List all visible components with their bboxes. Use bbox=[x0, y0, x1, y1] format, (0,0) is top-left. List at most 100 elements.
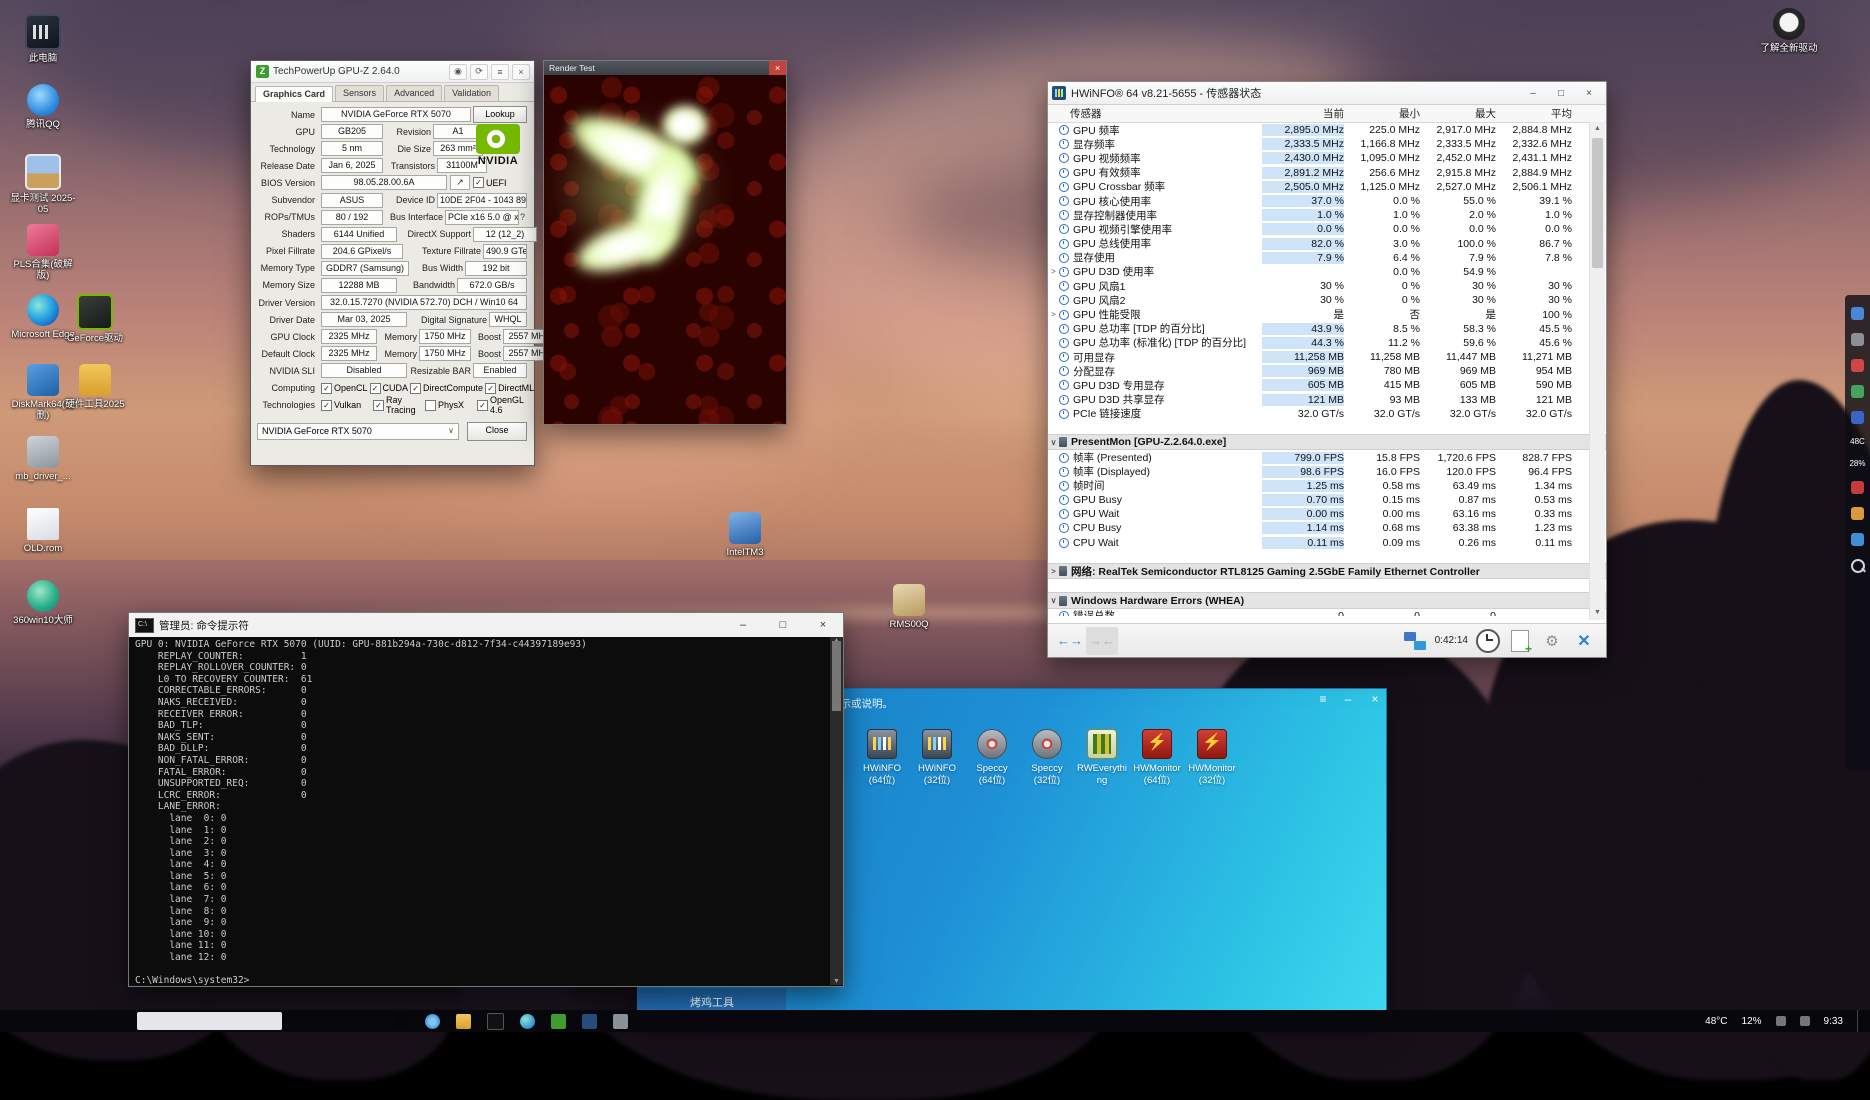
scroll-down-icon[interactable]: ▼ bbox=[1590, 606, 1605, 620]
desktop-icon[interactable]: GeForce驱动 bbox=[62, 294, 128, 344]
network-transfer-icon[interactable] bbox=[1399, 627, 1431, 655]
checkbox-icon[interactable]: ✓ bbox=[485, 383, 496, 394]
camera-icon[interactable]: ◉ bbox=[449, 64, 467, 80]
tray-icon[interactable] bbox=[1800, 1016, 1810, 1026]
checkbox-icon[interactable]: ✓ bbox=[321, 400, 332, 411]
sensor-row[interactable]: GPU 总功率 (标准化) [TDP 的百分比]44.3 %11.2 %59.6… bbox=[1048, 336, 1606, 350]
gear-icon[interactable]: ⚙ bbox=[1536, 627, 1568, 655]
menu-icon[interactable]: ≡ bbox=[1312, 692, 1334, 708]
minimize-icon[interactable]: – bbox=[1520, 85, 1546, 101]
desktop-icon[interactable]: 硬件工具2025 bbox=[62, 364, 128, 410]
checkbox-item[interactable]: ✓OpenCL bbox=[321, 383, 368, 394]
scroll-down-icon[interactable]: ▼ bbox=[830, 978, 843, 985]
sensor-row[interactable]: >GPU D3D 使用率0.0 %54.9 % bbox=[1048, 265, 1606, 279]
checkbox-item[interactable]: ✓CUDA bbox=[370, 383, 409, 394]
tab-graphics-card[interactable]: Graphics Card bbox=[255, 86, 333, 102]
sensor-row[interactable]: GPU 风扇230 %0 %30 %30 % bbox=[1048, 293, 1606, 307]
gpu-z-taskbar-icon[interactable] bbox=[551, 1014, 566, 1029]
edge-taskbar-icon[interactable] bbox=[520, 1014, 535, 1029]
minimize-icon[interactable]: – bbox=[723, 613, 763, 637]
hwinfo-titlebar[interactable]: HWiNFO® 64 v8.21-5655 - 传感器状态 – □ × bbox=[1048, 82, 1606, 105]
expander-icon[interactable]: > bbox=[1048, 267, 1059, 276]
maximize-icon[interactable]: □ bbox=[763, 613, 803, 637]
col-min[interactable]: 最小 bbox=[1344, 106, 1420, 121]
cmd-window[interactable]: C:\ 管理员: 命令提示符 – □ × GPU 0: NVIDIA GeFor… bbox=[128, 612, 844, 987]
sensor-section-header[interactable]: ∨Windows Hardware Errors (WHEA) bbox=[1048, 592, 1606, 609]
checkbox-icon[interactable]: ✓ bbox=[373, 400, 384, 411]
sensor-row[interactable]: GPU Crossbar 频率2,505.0 MHz1,125.0 MHz2,5… bbox=[1048, 180, 1606, 194]
scrollbar-thumb[interactable] bbox=[832, 641, 841, 711]
tray-icon[interactable] bbox=[1776, 1016, 1786, 1026]
cmd-scrollbar[interactable]: ▲ ▼ bbox=[830, 637, 843, 985]
help-icon[interactable]: ? bbox=[520, 212, 528, 222]
close-x-icon[interactable]: ✕ bbox=[1568, 627, 1600, 655]
hwinfo-scrollbar[interactable]: ▲ ▼ bbox=[1589, 122, 1605, 620]
widget-icon[interactable] bbox=[1851, 411, 1864, 424]
render-test-titlebar[interactable]: Render Test × bbox=[544, 61, 786, 75]
collapse-arrows-icon[interactable]: →← bbox=[1086, 627, 1118, 655]
cpu-temp-widget[interactable]: 48°C bbox=[1705, 1016, 1727, 1027]
sensor-row[interactable]: 显存频率2,333.5 MHz1,166.8 MHz2,333.5 MHz2,3… bbox=[1048, 137, 1606, 151]
expander-icon[interactable]: > bbox=[1048, 310, 1059, 319]
desktop-icon[interactable]: 360win10大师 bbox=[10, 580, 76, 626]
desktop-icon[interactable]: IntelTM3 bbox=[712, 512, 778, 558]
sensor-row[interactable]: GPU Wait0.00 ms0.00 ms63.16 ms0.33 ms bbox=[1048, 507, 1606, 521]
expand-arrows-icon[interactable]: ←→ bbox=[1054, 627, 1086, 655]
clock-icon[interactable] bbox=[1472, 627, 1504, 655]
sensor-row[interactable]: 可用显存11,258 MB11,258 MB11,447 MB11,271 MB bbox=[1048, 350, 1606, 364]
sensor-row[interactable]: 显存控制器使用率1.0 %1.0 %2.0 %1.0 % bbox=[1048, 208, 1606, 222]
app-taskbar-icon[interactable] bbox=[613, 1014, 628, 1029]
hwinfo-taskbar-icon[interactable] bbox=[582, 1014, 597, 1029]
close-icon[interactable]: × bbox=[1364, 692, 1386, 708]
desktop-icon[interactable]: 此电脑 bbox=[10, 14, 76, 64]
sensor-row[interactable]: 帧率 (Presented)799.0 FPS15.8 FPS1,720.6 F… bbox=[1048, 450, 1606, 464]
col-avg[interactable]: 平均 bbox=[1496, 106, 1572, 121]
widget-icon[interactable] bbox=[1851, 385, 1864, 398]
minimize-icon[interactable]: – bbox=[1337, 692, 1359, 708]
maximize-icon[interactable]: □ bbox=[1548, 85, 1574, 101]
widget-icon[interactable] bbox=[1851, 533, 1864, 546]
sensor-row[interactable]: 错误总数000 bbox=[1048, 609, 1606, 616]
col-sensor[interactable]: 传感器 bbox=[1048, 106, 1262, 121]
taskbar[interactable]: 48°C 12% 9:33 bbox=[0, 1010, 1870, 1032]
sensor-row[interactable]: GPU 风扇130 %0 %30 %30 % bbox=[1048, 279, 1606, 293]
desktop-icon[interactable]: OLD.rom bbox=[10, 508, 76, 554]
close-icon[interactable]: × bbox=[1576, 85, 1602, 101]
checkbox-icon[interactable] bbox=[425, 400, 436, 411]
sensor-section-header[interactable]: >网络: RealTek Semiconductor RTL8125 Gamin… bbox=[1048, 563, 1606, 580]
desktop-icon[interactable]: 显卡测试 2025-05 bbox=[10, 154, 76, 215]
sensor-row[interactable]: CPU Busy1.14 ms0.68 ms63.38 ms1.23 ms bbox=[1048, 521, 1606, 535]
desktop-icon[interactable]: 了解全新驱动 bbox=[1756, 8, 1822, 54]
sensor-row[interactable]: 帧率 (Displayed)98.6 FPS16.0 FPS120.0 FPS9… bbox=[1048, 465, 1606, 479]
sensor-row[interactable]: GPU 核心使用率37.0 %0.0 %55.0 %39.1 % bbox=[1048, 194, 1606, 208]
search-icon[interactable] bbox=[1851, 559, 1865, 573]
widget-icon[interactable] bbox=[1851, 333, 1864, 346]
widget-icon[interactable] bbox=[1851, 507, 1864, 520]
tab-advanced[interactable]: Advanced bbox=[386, 85, 442, 101]
checkbox-item[interactable]: ✓Vulkan bbox=[321, 400, 371, 411]
widget-icon[interactable] bbox=[1851, 359, 1864, 372]
close-icon[interactable]: × bbox=[769, 61, 786, 75]
sensor-row[interactable]: CPU Wait0.11 ms0.09 ms0.26 ms0.11 ms bbox=[1048, 536, 1606, 550]
desktop-icon[interactable]: RMS00Q bbox=[876, 584, 942, 630]
checkbox-item[interactable]: ✓Ray Tracing bbox=[373, 395, 423, 415]
show-desktop-button[interactable] bbox=[1857, 1010, 1862, 1032]
device-select[interactable]: NVIDIA GeForce RTX 5070 ∨ bbox=[257, 423, 459, 440]
cmd-taskbar-icon[interactable] bbox=[487, 1013, 504, 1030]
checkbox-item[interactable]: PhysX bbox=[425, 400, 475, 411]
expander-icon[interactable]: ∨ bbox=[1048, 438, 1059, 447]
checkbox-icon[interactable]: ✓ bbox=[370, 383, 381, 394]
sensor-row[interactable]: GPU D3D 共享显存121 MB93 MB133 MB121 MB bbox=[1048, 393, 1606, 407]
desktop-icon[interactable]: 腾讯QQ bbox=[10, 84, 76, 130]
cpu-usage-widget[interactable]: 12% bbox=[1742, 1016, 1762, 1027]
checkbox-item[interactable]: ✓OpenGL 4.6 bbox=[477, 395, 527, 415]
tab-sensors[interactable]: Sensors bbox=[335, 85, 384, 101]
cmd-body[interactable]: GPU 0: NVIDIA GeForce RTX 5070 (UUID: GP… bbox=[129, 637, 843, 985]
checkbox-item[interactable]: ✓DirectML bbox=[485, 383, 534, 394]
gpu-z-window[interactable]: Z TechPowerUp GPU-Z 2.64.0 ◉ ⟳ ≡ × Graph… bbox=[250, 60, 535, 466]
checkbox-icon[interactable]: ✓ bbox=[321, 383, 332, 394]
close-button[interactable]: Close bbox=[467, 422, 527, 441]
sensor-row[interactable]: GPU 有效频率2,891.2 MHz256.6 MHz2,915.8 MHz2… bbox=[1048, 166, 1606, 180]
checkbox-item[interactable]: ✓DirectCompute bbox=[410, 383, 483, 394]
search-circle-icon[interactable] bbox=[425, 1014, 440, 1029]
